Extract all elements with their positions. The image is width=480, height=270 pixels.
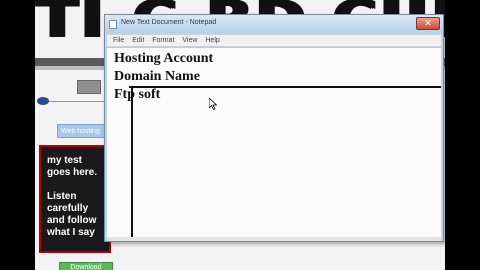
promo-box: my test goes here. Listen carefully and …	[39, 145, 111, 253]
letterbox-left	[0, 0, 35, 270]
status-strip	[107, 237, 441, 241]
promo-line-1: my test goes here.	[47, 155, 98, 178]
notepad-window[interactable]: New Text Document - Notepad ✕ File Edit …	[104, 14, 444, 242]
menu-file[interactable]: File	[113, 35, 124, 46]
menu-edit[interactable]: Edit	[132, 35, 144, 46]
window-title: New Text Document - Notepad	[121, 19, 217, 26]
title-bar[interactable]: New Text Document - Notepad ✕	[105, 15, 443, 33]
letterbox-right	[445, 0, 480, 270]
bullet-icon	[37, 97, 49, 105]
promo-line-2: Listen carefully and follow what I say	[47, 191, 97, 238]
download-button[interactable]: Download	[59, 262, 113, 270]
text-line-3: Ftp soft	[114, 87, 161, 102]
drawn-line-horizontal	[129, 86, 441, 88]
divider	[49, 101, 109, 102]
text-line-2: Domain Name	[114, 69, 200, 84]
drawn-line-vertical	[131, 88, 133, 237]
notepad-icon	[109, 20, 117, 29]
site-nav-button[interactable]	[77, 80, 101, 94]
close-icon: ✕	[424, 18, 432, 28]
menu-bar: File Edit Format View Help	[107, 35, 441, 46]
text-editor-area[interactable]: Hosting Account Domain Name Ftp soft	[107, 47, 441, 237]
close-button[interactable]: ✕	[416, 17, 440, 30]
menu-help[interactable]: Help	[205, 35, 219, 46]
text-line-1: Hosting Account	[114, 51, 214, 66]
menu-format[interactable]: Format	[152, 35, 174, 46]
mouse-pointer-icon	[209, 98, 217, 110]
menu-view[interactable]: View	[182, 35, 197, 46]
editor-content: Hosting Account Domain Name Ftp soft	[114, 50, 213, 104]
